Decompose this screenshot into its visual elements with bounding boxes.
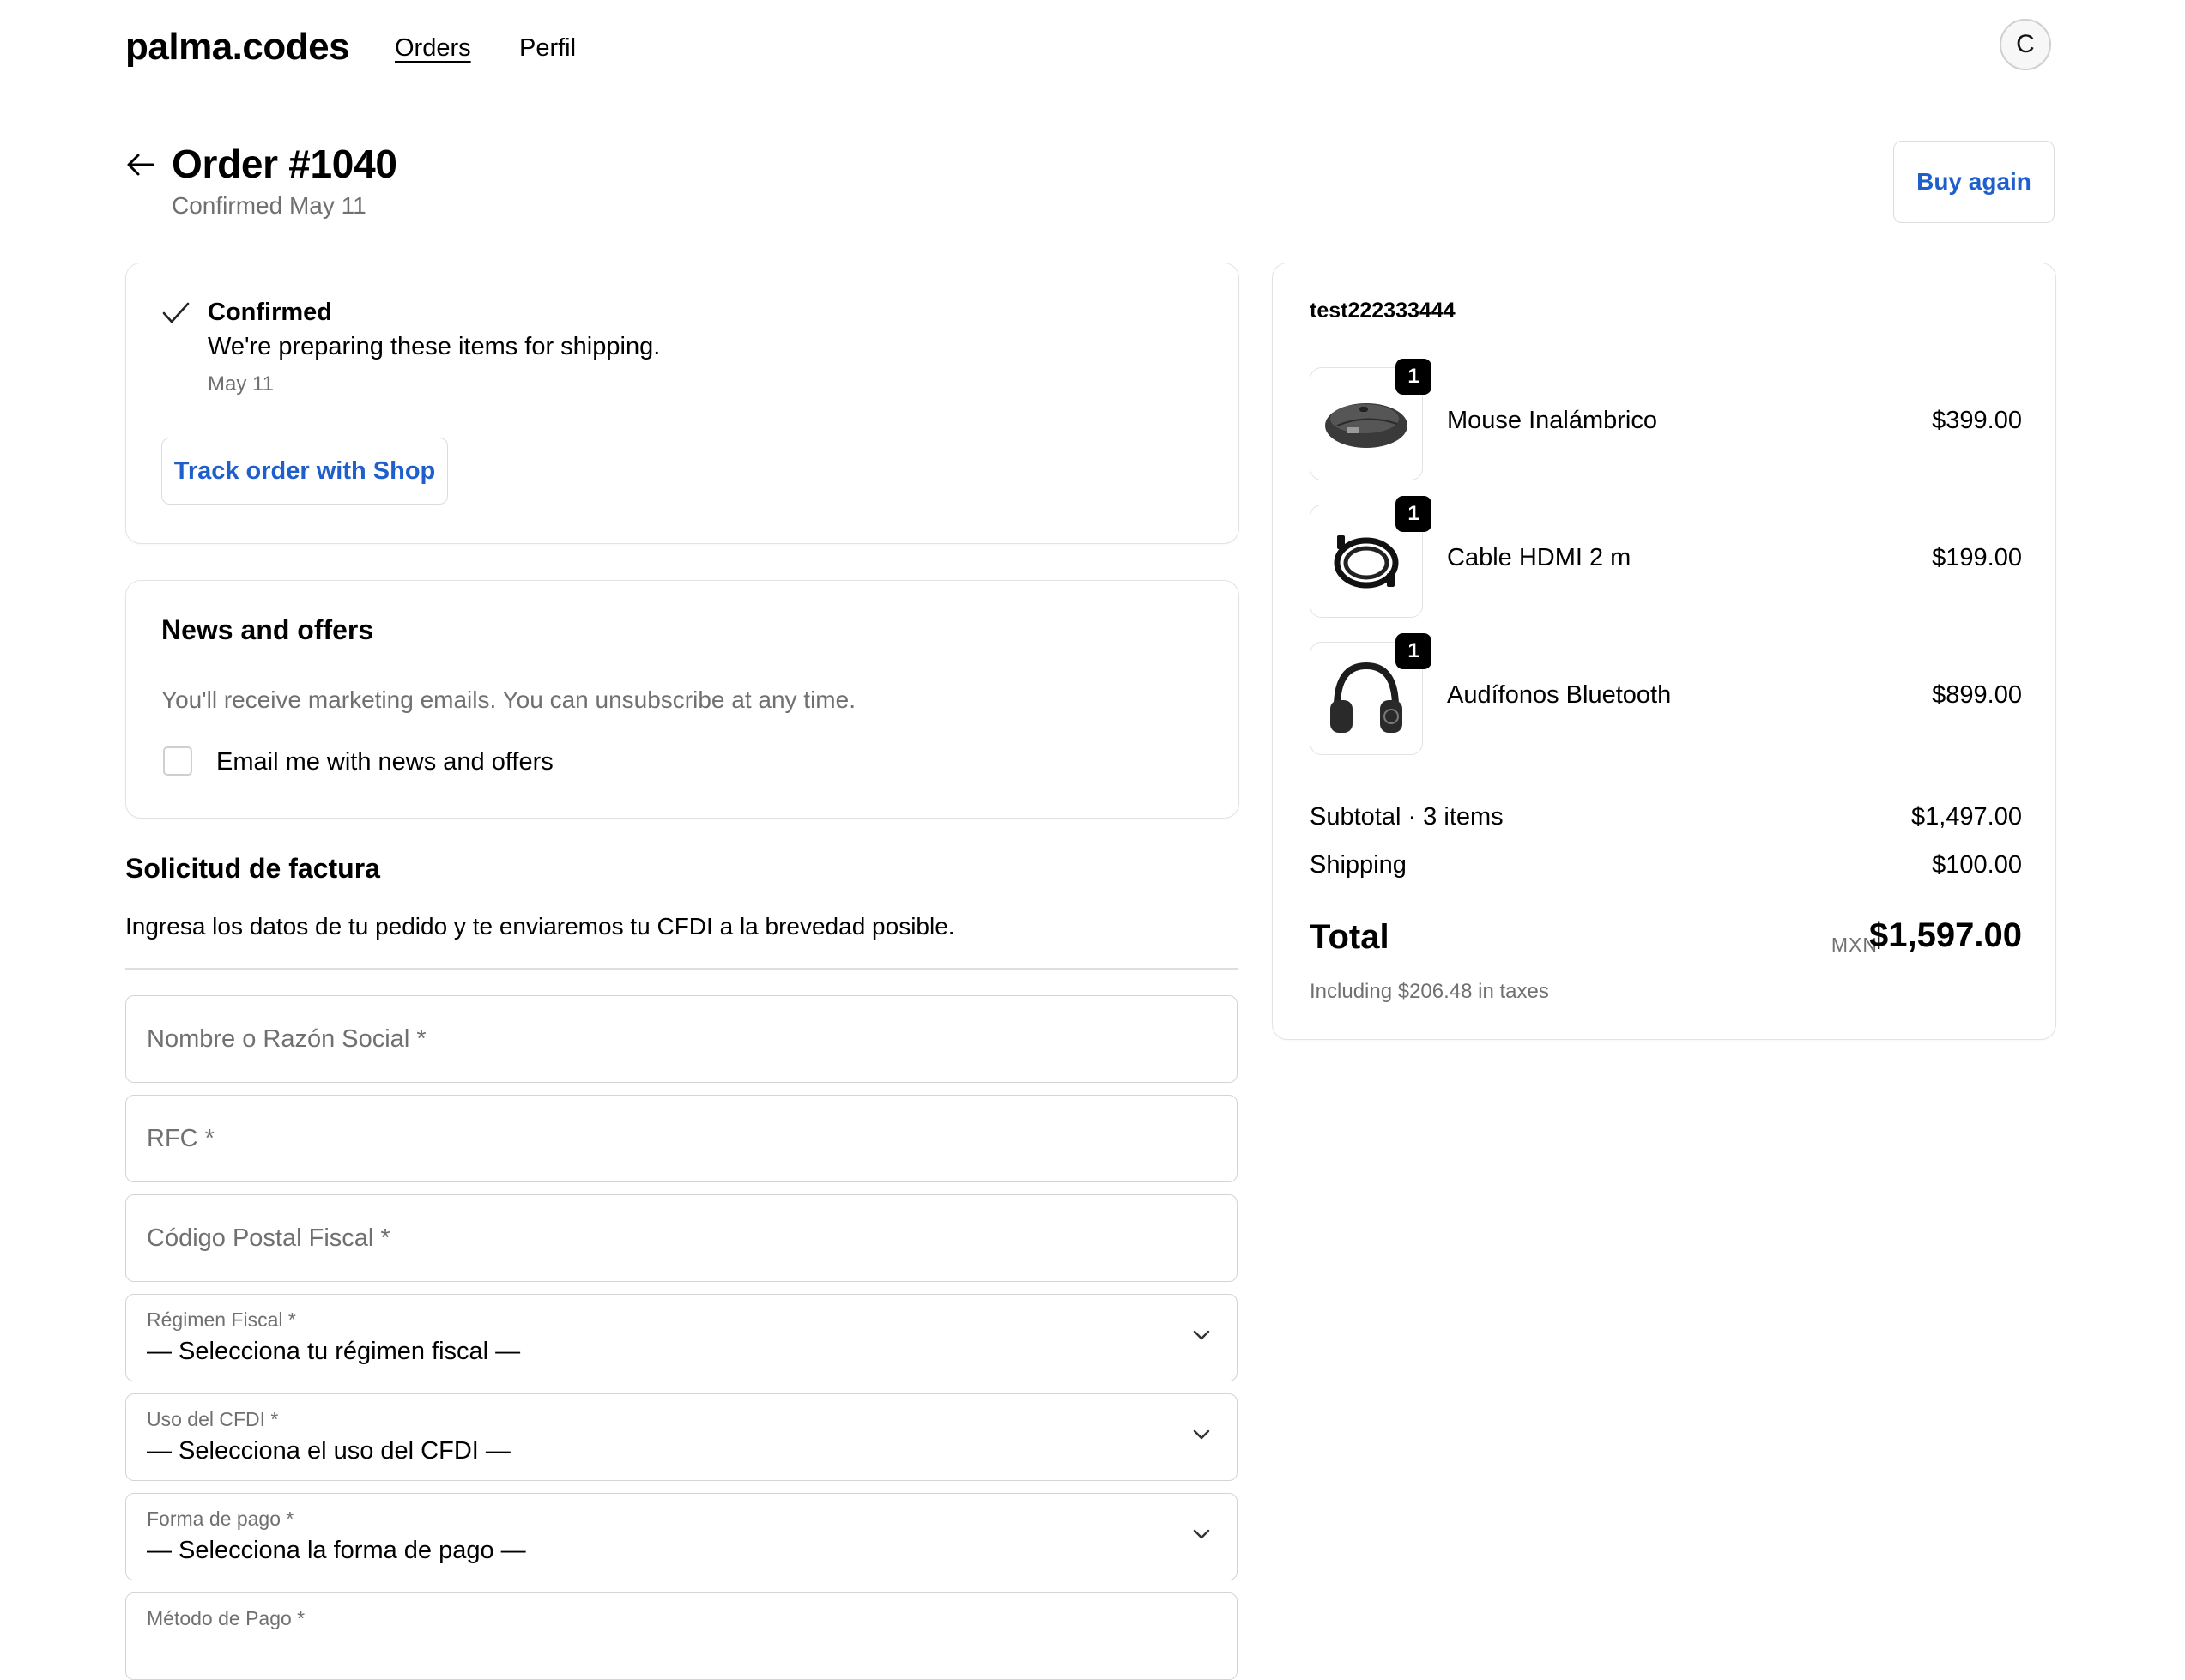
- payment-method-select[interactable]: Método de Pago *: [125, 1592, 1238, 1680]
- item-price: $399.00: [1932, 407, 2022, 434]
- news-description: You'll receive marketing emails. You can…: [161, 686, 856, 713]
- status-title: Confirmed: [208, 299, 332, 326]
- subtotal-label: Subtotal · 3 items: [1310, 803, 1504, 831]
- tax-regime-value: — Selecciona tu régimen fiscal —: [147, 1338, 521, 1365]
- cable-icon: [1334, 535, 1399, 589]
- quantity-badge: 1: [1395, 633, 1431, 669]
- item-name: Mouse Inalámbrico: [1447, 407, 1657, 434]
- chevron-down-icon: [1193, 1330, 1210, 1340]
- site-logo[interactable]: palma.codes: [125, 26, 350, 69]
- status-date: May 11: [208, 372, 274, 396]
- divider: [125, 968, 1238, 970]
- chevron-down-icon: [1193, 1429, 1210, 1440]
- news-checkbox-label[interactable]: Email me with news and offers: [216, 748, 554, 777]
- shipping-value: $100.00: [1932, 851, 2022, 879]
- postal-code-placeholder: Código Postal Fiscal *: [147, 1224, 390, 1252]
- item-price: $199.00: [1932, 544, 2022, 571]
- chevron-down-icon: [1193, 1529, 1210, 1539]
- news-title: News and offers: [161, 614, 374, 645]
- page-title: Order #1040: [172, 142, 397, 186]
- invoice-description: Ingresa los datos de tu pedido y te envi…: [125, 913, 955, 940]
- shipping-label: Shipping: [1310, 851, 1407, 879]
- check-icon: [162, 302, 190, 323]
- rfc-field[interactable]: RFC *: [125, 1095, 1238, 1182]
- tax-regime-label: Régimen Fiscal *: [147, 1308, 296, 1331]
- item-price: $899.00: [1932, 681, 2022, 709]
- item-name: Audífonos Bluetooth: [1447, 681, 1672, 709]
- business-name-placeholder: Nombre o Razón Social *: [147, 1025, 427, 1053]
- nav-profile-link[interactable]: Perfil: [519, 34, 576, 63]
- cfdi-use-select[interactable]: Uso del CFDI * — Selecciona el uso del C…: [125, 1393, 1238, 1481]
- buy-again-button[interactable]: Buy again: [1893, 141, 2055, 223]
- postal-code-field[interactable]: Código Postal Fiscal *: [125, 1194, 1238, 1282]
- invoice-title: Solicitud de factura: [125, 853, 380, 884]
- item-name: Cable HDMI 2 m: [1447, 544, 1631, 571]
- cfdi-use-value: — Selecciona el uso del CFDI —: [147, 1437, 511, 1465]
- tax-regime-select[interactable]: Régimen Fiscal * — Selecciona tu régimen…: [125, 1294, 1238, 1381]
- back-arrow-icon[interactable]: [125, 149, 156, 180]
- mouse-icon: [1325, 403, 1407, 448]
- track-order-button[interactable]: Track order with Shop: [161, 438, 448, 505]
- status-message: We're preparing these items for shipping…: [208, 333, 661, 360]
- avatar[interactable]: C: [2000, 19, 2051, 70]
- quantity-badge: 1: [1395, 359, 1431, 395]
- cfdi-use-label: Uso del CFDI *: [147, 1408, 279, 1430]
- headphones-icon: [1330, 662, 1402, 733]
- total-label: Total: [1310, 918, 1389, 956]
- payment-form-value: — Selecciona la forma de pago —: [147, 1537, 526, 1564]
- nav-orders-link[interactable]: Orders: [395, 34, 471, 63]
- business-name-field[interactable]: Nombre o Razón Social *: [125, 995, 1238, 1083]
- order-subtitle: Confirmed May 11: [172, 192, 366, 219]
- taxes-note: Including $206.48 in taxes: [1310, 980, 1549, 1003]
- total-value: $1,597.00: [1869, 916, 2022, 954]
- store-name: test222333444: [1310, 299, 1456, 323]
- payment-form-select[interactable]: Forma de pago * — Selecciona la forma de…: [125, 1493, 1238, 1580]
- payment-form-label: Forma de pago *: [147, 1508, 294, 1530]
- news-checkbox[interactable]: [163, 746, 192, 776]
- subtotal-value: $1,497.00: [1910, 803, 2022, 831]
- payment-method-label: Método de Pago *: [147, 1607, 306, 1629]
- quantity-badge: 1: [1395, 496, 1431, 532]
- rfc-placeholder: RFC *: [147, 1125, 215, 1152]
